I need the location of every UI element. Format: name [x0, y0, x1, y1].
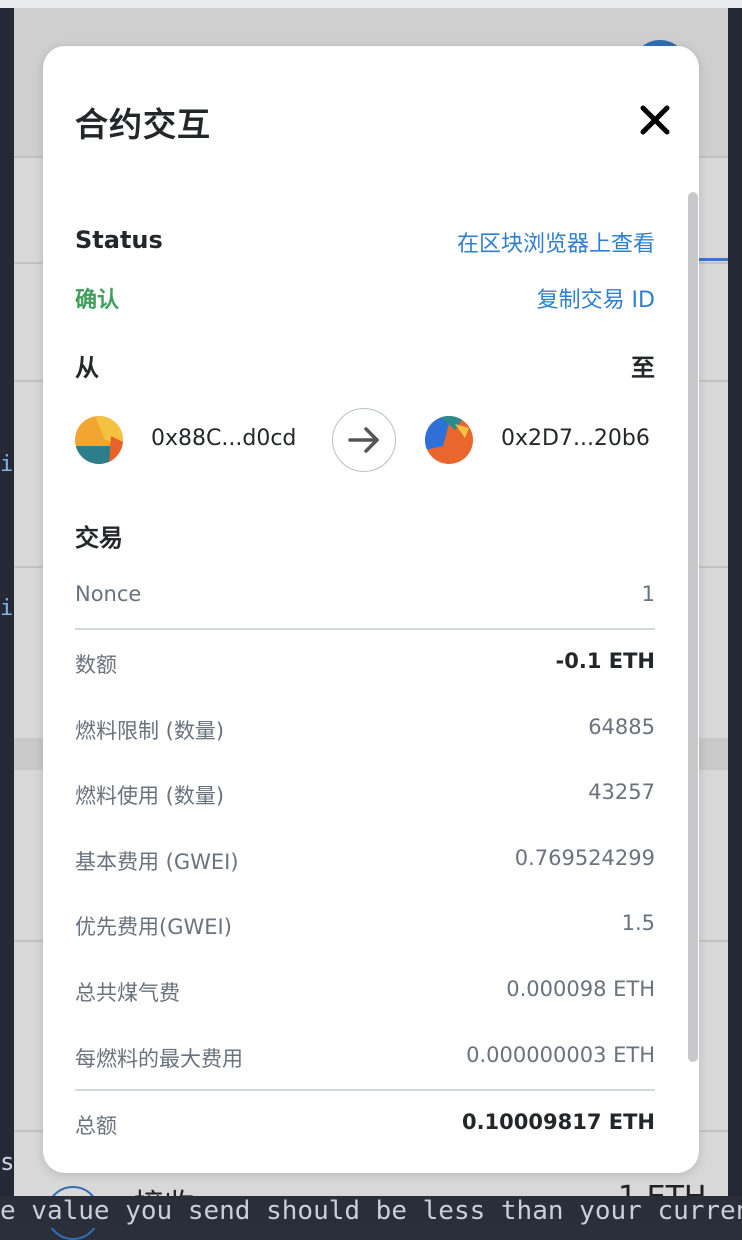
total-gas-fee-row: 总共煤气费 0.000098 ETH: [75, 977, 655, 1017]
close-button[interactable]: [637, 102, 673, 138]
active-tab-indicator: [698, 258, 728, 261]
row-label: 燃料限制 (数量): [75, 719, 225, 743]
transaction-section-title: 交易: [75, 524, 123, 552]
max-fee-per-gas-row: 每燃料的最大费用 0.000000003 ETH: [75, 1043, 655, 1083]
row-label: 优先费用(GWEI): [75, 915, 232, 939]
modal-title: 合约交互: [75, 105, 211, 144]
divider: [75, 1089, 655, 1091]
from-account-avatar: [75, 416, 123, 464]
direction-arrow: [332, 408, 396, 472]
code-fragment: i: [0, 596, 14, 621]
row-label: 数额: [75, 653, 117, 677]
row-value: 0.000098 ETH: [506, 977, 655, 1001]
divider: [75, 628, 655, 630]
priority-fee-row: 优先费用(GWEI) 1.5: [75, 911, 655, 951]
from-address[interactable]: 0x88C...d0cd: [151, 426, 296, 451]
to-label: 至: [631, 354, 655, 382]
transaction-details-modal: 合约交互 Status 在区块浏览器上查看 确认 复制交易 ID 从 至 0x8…: [43, 46, 699, 1173]
row-value: 1: [641, 582, 655, 606]
row-value: 43257: [588, 780, 655, 804]
row-label: 燃料使用 (数量): [75, 784, 225, 808]
code-fragment: s: [0, 1148, 15, 1176]
arrow-right-icon: [348, 427, 379, 453]
total-row: 总额 0.10009817 ETH: [75, 1110, 655, 1150]
scrollbar[interactable]: [688, 192, 698, 1062]
row-value: 64885: [588, 715, 655, 739]
row-label: 总额: [75, 1114, 117, 1138]
row-value: -0.1 ETH: [555, 649, 655, 673]
base-fee-row: 基本费用 (GWEI) 0.769524299: [75, 846, 655, 886]
code-fragment: i: [0, 452, 14, 477]
gas-limit-row: 燃料限制 (数量) 64885: [75, 715, 655, 755]
copy-tx-id-link[interactable]: 复制交易 ID: [537, 282, 655, 314]
nonce-row: Nonce 1: [75, 582, 655, 622]
to-address[interactable]: 0x2D7...20b6: [501, 426, 650, 451]
row-label: 基本费用 (GWEI): [75, 850, 239, 874]
status-badge: 确认: [75, 288, 120, 313]
row-label: 总共煤气费: [75, 981, 180, 1005]
to-account-avatar: [425, 416, 473, 464]
from-label: 从: [75, 354, 99, 382]
row-value: 0.000000003 ETH: [466, 1043, 655, 1067]
close-icon: [640, 105, 670, 135]
row-label: Nonce: [75, 582, 142, 606]
row-label: 每燃料的最大费用: [75, 1047, 243, 1071]
code-line: e value you send should be less than you…: [0, 1196, 742, 1228]
gas-used-row: 燃料使用 (数量) 43257: [75, 780, 655, 820]
row-value: 0.10009817 ETH: [461, 1110, 655, 1134]
row-value: 0.769524299: [514, 846, 655, 870]
row-value: 1.5: [621, 911, 655, 935]
amount-row: 数额 -0.1 ETH: [75, 649, 655, 689]
browser-top-strip: [0, 0, 742, 8]
view-on-explorer-link[interactable]: 在区块浏览器上查看: [457, 226, 655, 258]
status-label: Status: [75, 226, 163, 254]
